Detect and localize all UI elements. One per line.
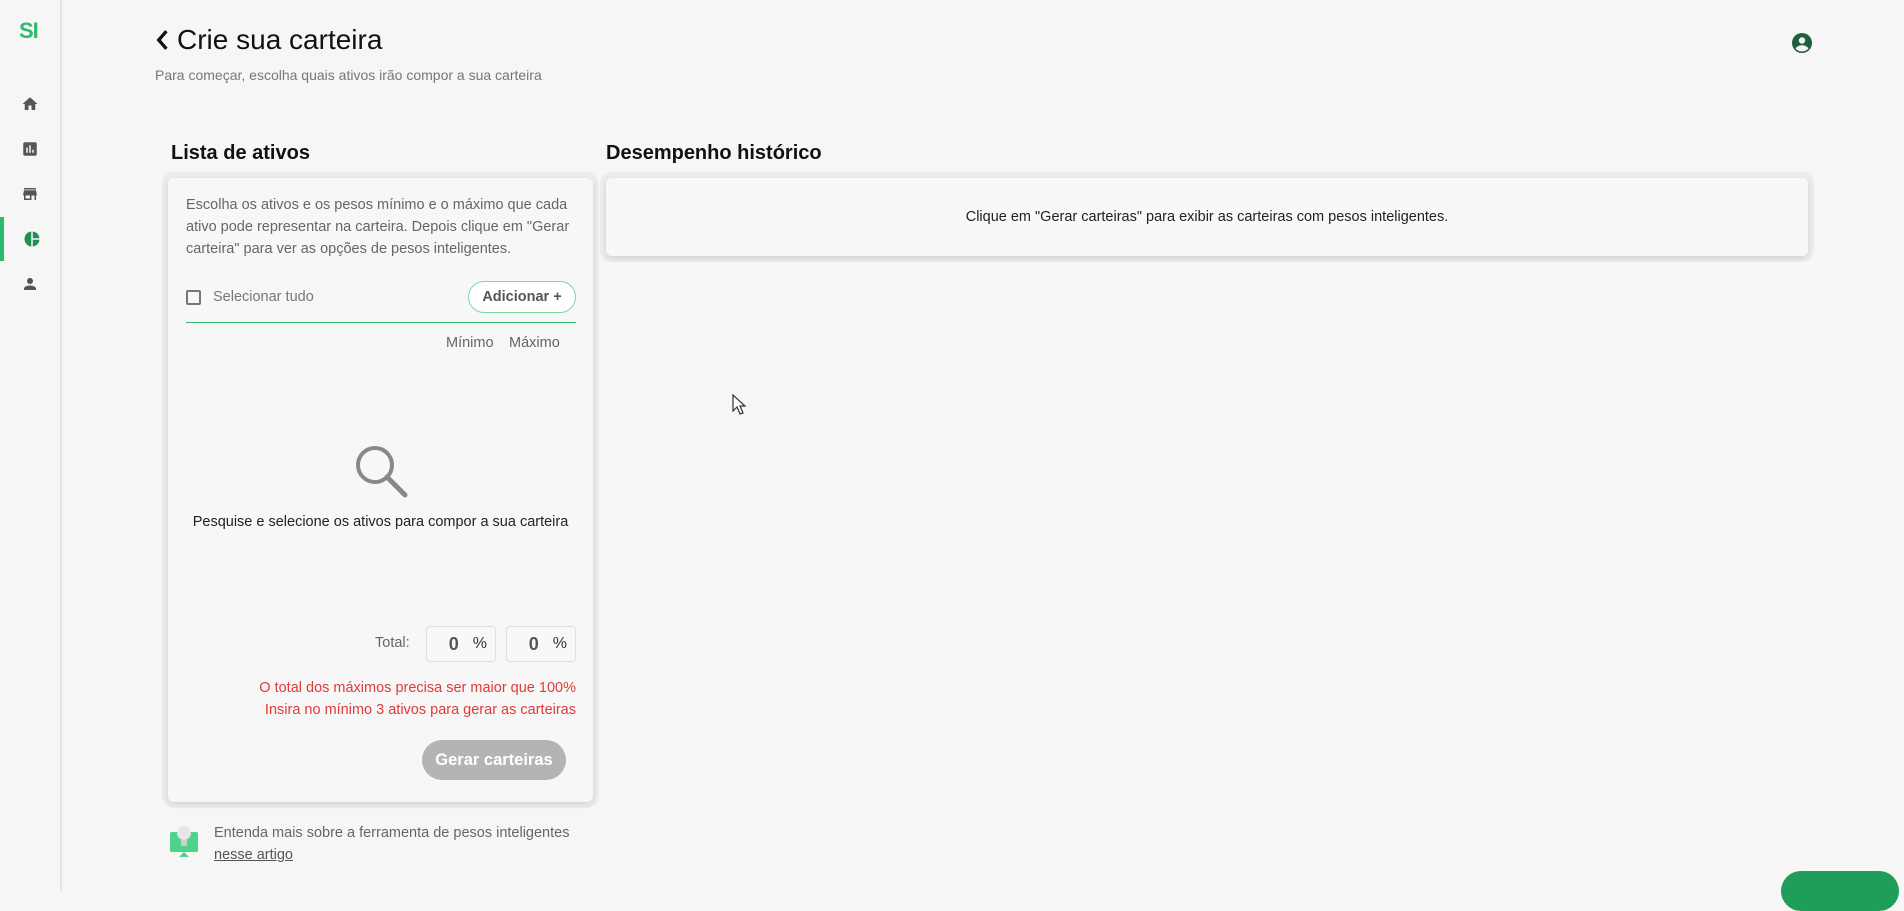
home-icon (22, 97, 38, 110)
sidebar: SI (0, 0, 62, 891)
select-all-checkbox[interactable] (186, 289, 201, 305)
sidebar-item-profile[interactable] (0, 262, 60, 306)
sidebar-item-home[interactable] (0, 82, 60, 126)
percent-symbol: % (552, 635, 567, 652)
info-block: Entenda mais sobre a ferramenta de pesos… (168, 822, 569, 866)
assets-section-title: Lista de ativos (171, 142, 310, 164)
total-min-value: 0 (448, 633, 459, 654)
error-min-assets-message: Insira no mínimo 3 ativos para gerar as … (264, 702, 576, 718)
performance-placeholder: Clique em "Gerar carteiras" para exibir … (965, 209, 1449, 225)
add-asset-button[interactable]: Adicionar + (468, 281, 576, 313)
account-circle-icon[interactable] (1790, 31, 1814, 55)
select-all-control[interactable]: Selecionar tudo (186, 289, 314, 305)
performance-section-title: Desempenho histórico (606, 142, 822, 164)
column-header-max: Máximo (509, 335, 560, 351)
sidebar-item-portfolio[interactable] (0, 217, 60, 261)
mouse-cursor-icon (732, 394, 747, 415)
sidebar-item-dashboard[interactable] (0, 127, 60, 171)
page-title: Crie sua carteira (177, 24, 383, 55)
pie-chart-icon (24, 231, 40, 247)
performance-card: Clique em "Gerar carteiras" para exibir … (606, 178, 1808, 256)
chevron-left-icon[interactable] (153, 29, 171, 51)
sidebar-item-store[interactable] (0, 172, 60, 216)
assets-card: Escolha os ativos e os pesos mínimo e o … (168, 178, 593, 802)
page-subtitle: Para começar, escolha quais ativos irão … (155, 67, 542, 83)
search-icon (356, 446, 408, 498)
column-header-min: Mínimo (446, 335, 494, 351)
select-all-label: Selecionar tudo (213, 289, 314, 305)
app-logo[interactable]: SI (19, 18, 39, 44)
chart-icon (23, 142, 37, 156)
assets-description: Escolha os ativos e os pesos mínimo e o … (186, 197, 570, 257)
assets-divider (186, 322, 576, 323)
total-max-field: 0 % (506, 626, 576, 662)
total-min-field: 0 % (426, 626, 496, 662)
error-max-message: O total dos máximos precisa ser maior qu… (259, 680, 576, 696)
empty-state-text: Pesquise e selecione os ativos para comp… (192, 514, 569, 530)
person-icon (24, 278, 36, 290)
percent-symbol: % (472, 635, 487, 652)
store-icon (23, 188, 37, 200)
total-max-value: 0 (528, 633, 539, 654)
article-link[interactable]: nesse artigo (214, 844, 569, 866)
page-header: Crie sua carteira (153, 24, 382, 56)
generate-portfolios-button[interactable]: Gerar carteiras (422, 740, 566, 780)
info-text: Entenda mais sobre a ferramenta de pesos… (214, 825, 570, 841)
lightbulb-icon (170, 826, 198, 857)
chat-button[interactable] (1781, 871, 1899, 911)
total-label: Total: (375, 635, 410, 651)
